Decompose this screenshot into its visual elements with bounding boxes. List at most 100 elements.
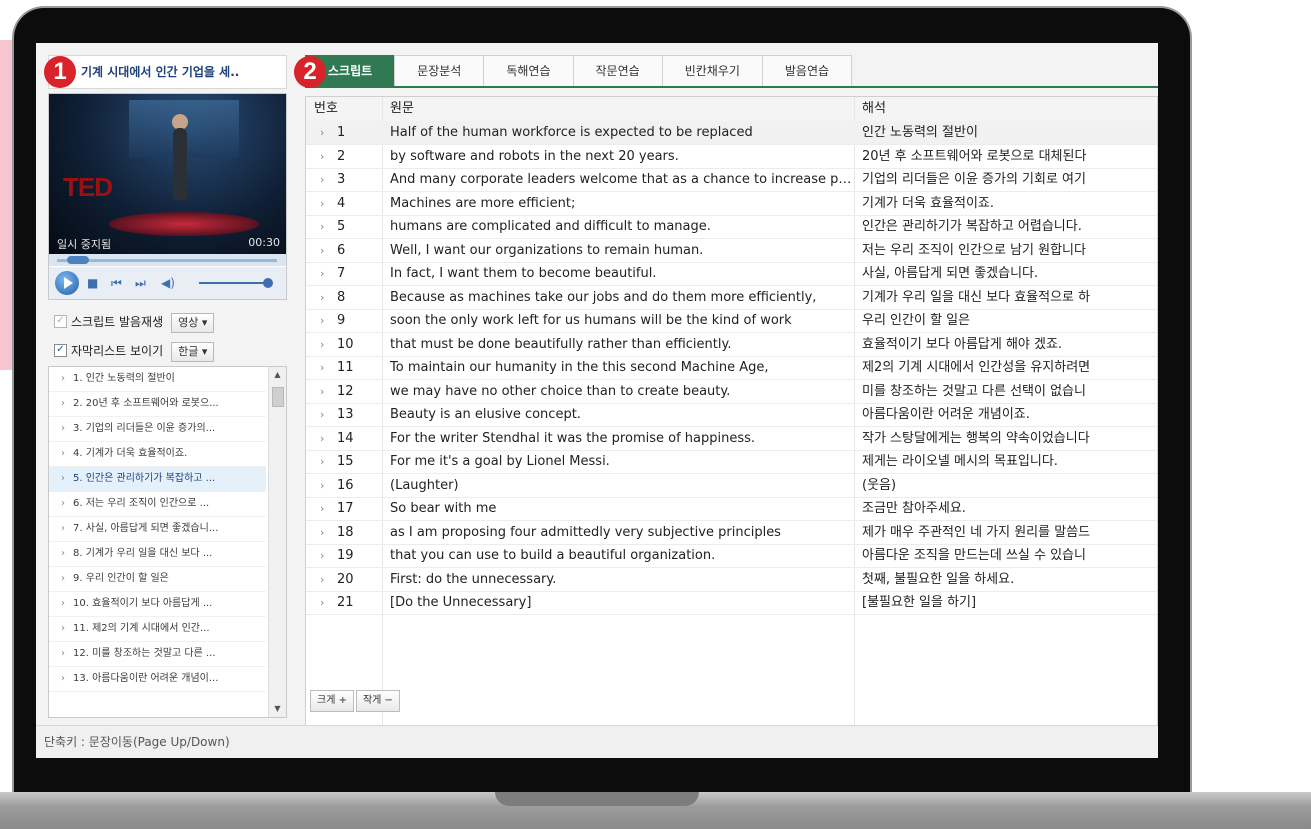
sentence-list-item[interactable]: › 4. 기계가 더욱 효율적이죠. [49,442,266,467]
sentence-list-item[interactable]: › 6. 저는 우리 조직이 인간으로 ... [49,492,266,517]
video-player[interactable]: TED 일시 중지됨 00:30 ■ ⏮ ⏭ ◀) [48,93,287,300]
expand-chevron-icon[interactable]: › [320,356,324,379]
scroll-up-icon[interactable]: ▲ [269,367,286,383]
table-row[interactable]: › 3 And many corporate leaders welcome tha… [306,168,1157,192]
sentence-list-item[interactable]: › 1. 인간 노동력의 절반이 [49,367,266,392]
table-row[interactable]: › 10 that must be done beautifully rather … [306,333,1157,357]
table-row[interactable]: › 19 that you can use to build a beautiful… [306,544,1157,568]
expand-chevron-icon[interactable]: › [320,215,324,238]
font-bigger-button[interactable]: 크게 + [310,690,354,712]
volume-track[interactable] [199,282,271,284]
volume-thumb[interactable] [263,278,273,288]
table-row[interactable]: › 18 as I am proposing four admittedly ver… [306,521,1157,545]
font-size-controls: 크게 + 작게 − [310,688,402,712]
expand-chevron-icon[interactable]: › [320,286,324,309]
sentence-list-item[interactable]: › 7. 사실, 아름답게 되면 좋겠습니... [49,517,266,542]
expand-chevron-icon[interactable]: › [320,591,324,614]
sentence-list-item[interactable]: › 10. 효율적이기 보다 아름답게 ... [49,592,266,617]
expand-chevron-icon[interactable]: › [320,145,324,168]
expand-chevron-icon[interactable]: › [320,168,324,191]
sentence-list-item[interactable]: › 9. 우리 인간이 할 일은 [49,567,266,592]
sentence-list-item[interactable]: › 11. 제2의 기계 시대에서 인간... [49,617,266,642]
chevron-right-icon: › [61,548,65,559]
expand-chevron-icon[interactable]: › [320,239,324,262]
previous-icon[interactable]: ⏮ [111,276,122,290]
sentence-list-item-label: 10. 효율적이기 보다 아름답게 ... [73,598,213,609]
tab-1[interactable]: 문장분석 [394,55,484,87]
expand-chevron-icon[interactable]: › [320,380,324,403]
expand-chevron-icon[interactable]: › [320,403,324,426]
seek-thumb[interactable] [67,256,89,264]
expand-chevron-icon[interactable]: › [320,309,324,332]
sentence-list-item-label: 2. 20년 후 소프트웨어와 로봇으... [73,398,219,409]
table-row[interactable]: › 1 Half of the human workforce is expecte… [306,121,1157,145]
table-row[interactable]: › 9 soon the only work left for us humans … [306,309,1157,333]
sentence-list-item-label: 12. 미를 창조하는 것말고 다른 ... [73,648,216,659]
sentence-list: › 1. 인간 노동력의 절반이 › 2. 20년 후 소프트웨어와 로봇으... › 3… [48,366,287,718]
table-row[interactable]: › 12 we may have no other choice than to c… [306,380,1157,404]
expand-chevron-icon[interactable]: › [320,121,324,144]
sentence-list-item[interactable]: › 2. 20년 후 소프트웨어와 로봇으... [49,392,266,417]
table-row[interactable]: › 5 humans are complicated and difficult t… [306,215,1157,239]
table-row[interactable]: › 4 Machines are more efficient; 기계가 더욱 효율적… [306,192,1157,216]
tab-5[interactable]: 발음연습 [761,55,853,87]
next-icon[interactable]: ⏭ [135,276,146,290]
scroll-down-icon[interactable]: ▼ [269,701,286,717]
expand-chevron-icon[interactable]: › [320,544,324,567]
tab-3[interactable]: 작문연습 [572,55,662,87]
row-original-text: So bear with me [390,501,497,516]
table-row[interactable]: › 17 So bear with me 조금만 참아주세요. [306,497,1157,521]
table-row[interactable]: › 14 For the writer Stendhal it was the pr… [306,427,1157,451]
play-button[interactable] [55,271,79,295]
script-audio-option[interactable]: ✓ 스크립트 발음재생 영상 ▾ [54,311,215,333]
stop-icon[interactable]: ■ [87,276,98,290]
tab-2[interactable]: 독해연습 [483,55,573,87]
header-original[interactable]: 원문 [390,97,414,121]
volume-icon[interactable]: ◀) [161,276,175,290]
expand-chevron-icon[interactable]: › [320,427,324,450]
subtitle-list-checkbox[interactable]: ✓ [54,344,67,357]
expand-chevron-icon[interactable]: › [320,192,324,215]
subtitle-list-option[interactable]: ✓ 자막리스트 보이기 한글 ▾ [54,340,215,362]
table-row[interactable]: › 6 Well, I want our organizations to rema… [306,239,1157,263]
seek-bar[interactable] [49,254,286,266]
sentence-list-item[interactable]: › 3. 기업의 리더들은 이윤 증가의... [49,417,266,442]
table-row[interactable]: › 11 To maintain our humanity in the this … [306,356,1157,380]
scroll-thumb[interactable] [272,387,284,407]
header-translation[interactable]: 해석 [862,97,886,121]
table-row[interactable]: › 13 Beauty is an elusive concept. 아름다움이란 어… [306,403,1157,427]
row-original-text: In fact, I want them to become beautiful… [390,266,657,281]
expand-chevron-icon[interactable]: › [320,450,324,473]
row-original-text: (Laughter) [390,477,459,493]
seek-track[interactable] [57,259,277,262]
speaker-figure [173,128,187,200]
table-row[interactable]: › 21 [Do the Unnecessary] [불필요한 일을 하기] [306,591,1157,615]
font-smaller-button[interactable]: 작게 − [355,690,400,712]
expand-chevron-icon[interactable]: › [320,262,324,285]
video-frame[interactable]: TED 일시 중지됨 00:30 [49,94,286,254]
expand-chevron-icon[interactable]: › [320,568,324,591]
table-row[interactable]: › 2 by software and robots in the next 20 … [306,145,1157,169]
header-number[interactable]: 번호 [314,97,338,121]
table-row[interactable]: › 20 First: do the unnecessary. 첫째, 불필요한 일을… [306,568,1157,592]
table-row[interactable]: › 8 Because as machines take our jobs and … [306,286,1157,310]
tab-4[interactable]: 빈칸채우기 [661,55,762,87]
expand-chevron-icon[interactable]: › [320,474,324,497]
subtitle-language-dropdown[interactable]: 한글 ▾ [171,341,215,362]
row-original-text: that you can use to build a beautiful or… [390,548,716,563]
script-audio-dropdown[interactable]: 영상 ▾ [171,312,215,333]
row-number: 5 [337,219,346,234]
table-row[interactable]: › 16 (Laughter) (웃음) [306,474,1157,498]
expand-chevron-icon[interactable]: › [320,521,324,544]
expand-chevron-icon[interactable]: › [320,333,324,356]
sentence-list-item[interactable]: › 13. 아름다움이란 어려운 개념이... [49,667,266,692]
table-row[interactable]: › 15 For me it's a goal by Lionel Messi. 제게… [306,450,1157,474]
expand-chevron-icon[interactable]: › [320,497,324,520]
script-audio-checkbox[interactable]: ✓ [54,315,67,328]
sentence-list-item[interactable]: › 8. 기계가 우리 일을 대신 보다 ... [49,542,266,567]
player-controls: ■ ⏮ ⏭ ◀) [49,267,286,299]
sentence-list-item[interactable]: › 12. 미를 창조하는 것말고 다른 ... [49,642,266,667]
table-row[interactable]: › 7 In fact, I want them to become beautif… [306,262,1157,286]
sentence-list-scrollbar[interactable]: ▲ ▼ [268,367,286,717]
sentence-list-item[interactable]: › 5. 인간은 관리하기가 복잡하고 ... [49,467,266,492]
